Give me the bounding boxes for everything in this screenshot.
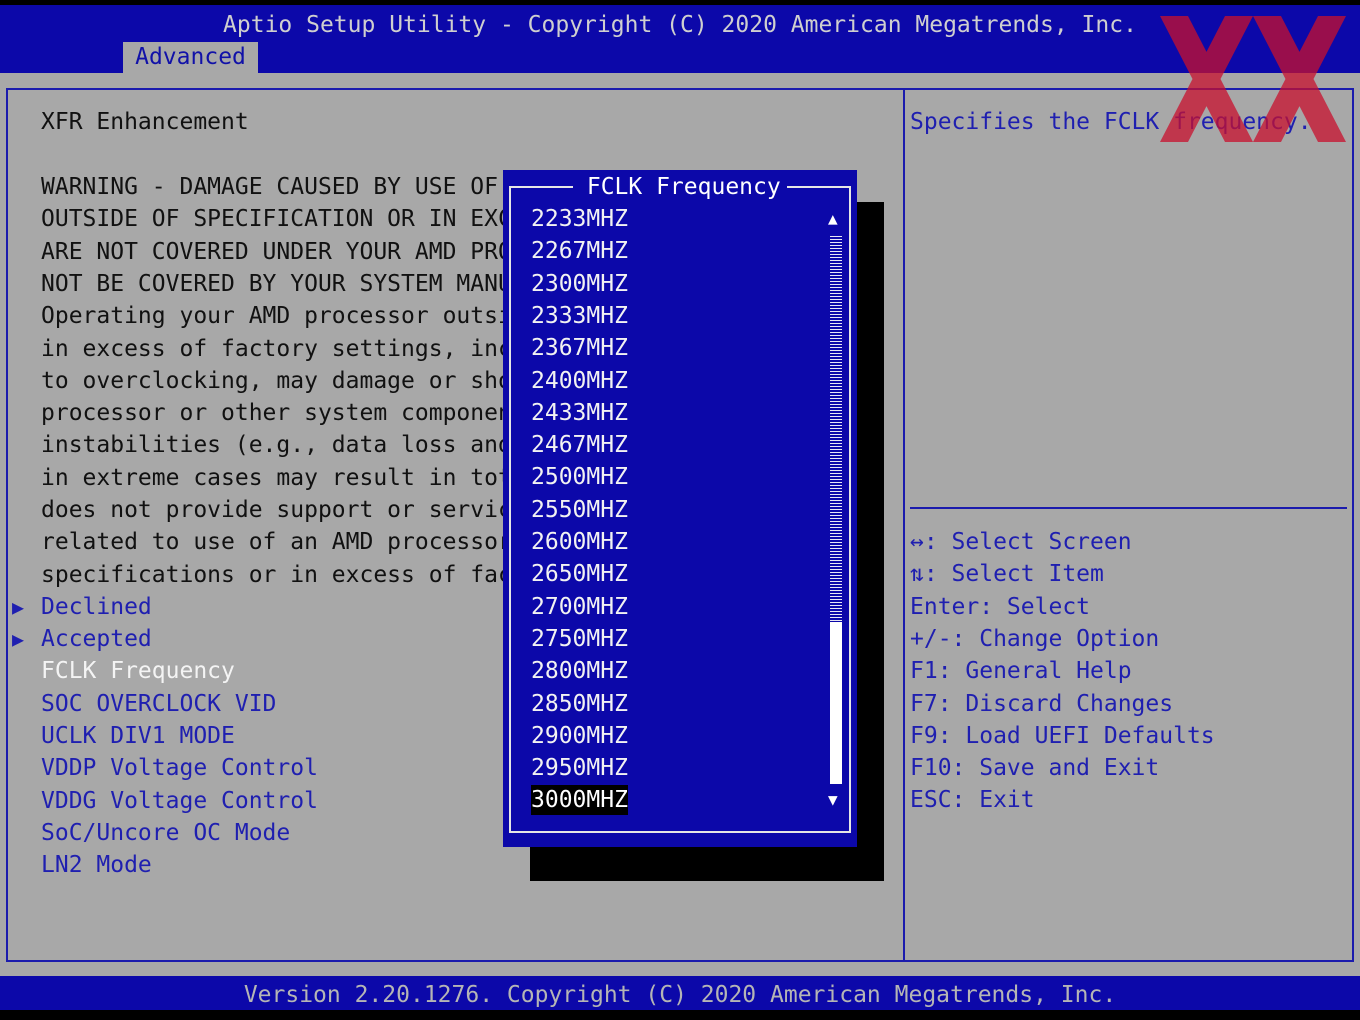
warning-line: related to use of an AMD processor (41, 529, 503, 556)
panel-divider (903, 88, 905, 962)
submenu-arrow-icon: ▶ (12, 627, 25, 651)
scroll-up-icon[interactable]: ▲ (828, 209, 838, 229)
option-item-selected[interactable]: 3000MHZ (531, 785, 628, 816)
popup-border-top-right (787, 186, 851, 188)
watermark-logo-icon (1160, 16, 1346, 142)
warning-line: in extreme cases may result in tot (41, 464, 503, 491)
warning-line: OUTSIDE OF SPECIFICATION OR IN EXC (41, 206, 503, 233)
option-item[interactable]: 2267MHZ (531, 236, 628, 266)
key-help-line: Enter: Select (910, 593, 1091, 620)
scroll-down-icon[interactable]: ▼ (828, 790, 838, 810)
menu-item-fclk-frequency[interactable]: FCLK Frequency (41, 656, 235, 686)
warning-line: processor or other system componen (41, 400, 503, 427)
option-item[interactable]: 2800MHZ (531, 656, 628, 686)
menu-item-uclk-div1-mode[interactable]: UCLK DIV1 MODE (41, 721, 235, 751)
key-help-line: F7: Discard Changes (910, 690, 1174, 717)
key-help-line: F1: General Help (910, 658, 1132, 685)
option-item[interactable]: 2300MHZ (531, 269, 628, 299)
option-item[interactable]: 2600MHZ (531, 527, 628, 557)
section-heading: XFR Enhancement (41, 109, 249, 135)
option-item[interactable]: 2367MHZ (531, 333, 628, 363)
key-help-line: +/-: Change Option (910, 625, 1160, 652)
menu-item-soc-overclock-vid[interactable]: SOC OVERCLOCK VID (41, 689, 276, 719)
warning-line: in excess of factory settings, inc (41, 335, 503, 362)
key-help-line: F10: Save and Exit (910, 755, 1160, 782)
warning-line: does not provide support or servic (41, 497, 503, 523)
app-title: Aptio Setup Utility - Copyright (C) 2020… (223, 12, 1137, 38)
warning-line: ARE NOT COVERED UNDER YOUR AMD PRO (41, 238, 503, 265)
tab-advanced[interactable]: Advanced (123, 42, 258, 73)
menu-item-vddg-voltage-control[interactable]: VDDG Voltage Control (41, 786, 318, 816)
option-item[interactable]: 2500MHZ (531, 462, 628, 492)
submenu-arrow-icon: ▶ (12, 595, 25, 619)
key-help-line: ESC: Exit (910, 787, 1035, 814)
option-item[interactable]: 2650MHZ (531, 559, 628, 589)
key-help-line: ⇅: Select Item (910, 561, 1104, 588)
menu-item-ln2-mode[interactable]: LN2 Mode (41, 850, 152, 880)
option-item[interactable]: 2750MHZ (531, 624, 628, 654)
option-item[interactable]: 2400MHZ (531, 366, 628, 396)
menu-item-accepted[interactable]: Accepted (41, 624, 152, 654)
option-item[interactable]: 2467MHZ (531, 430, 628, 460)
option-item[interactable]: 2950MHZ (531, 753, 628, 783)
popup-title: FCLK Frequency (573, 172, 795, 202)
option-item[interactable]: 2900MHZ (531, 721, 628, 751)
option-item[interactable]: 2433MHZ (531, 398, 628, 428)
option-item[interactable]: 2700MHZ (531, 592, 628, 622)
scrollbar-thumb[interactable] (830, 622, 842, 784)
warning-line: specifications or in excess of fac (41, 561, 503, 588)
warning-line: instabilities (e.g., data loss and (41, 432, 503, 459)
option-item[interactable]: 2850MHZ (531, 689, 628, 719)
key-help-line: F9: Load UEFI Defaults (910, 722, 1215, 749)
warning-line: NOT BE COVERED BY YOUR SYSTEM MANU (41, 270, 503, 297)
option-item[interactable]: 2550MHZ (531, 495, 628, 525)
menu-item-vddp-voltage-control[interactable]: VDDP Voltage Control (41, 753, 318, 783)
popup-border-top-left (509, 186, 573, 188)
warning-line: Operating your AMD processor outsi (41, 303, 503, 330)
key-help-line: ↔: Select Screen (910, 529, 1132, 555)
footer-version: Version 2.20.1276. Copyright (C) 2020 Am… (243, 982, 1117, 1008)
warning-line: WARNING - DAMAGE CAUSED BY USE OF (41, 174, 498, 200)
menu-item-declined[interactable]: Declined (41, 592, 152, 622)
warning-line: to overclocking, may damage or sho (41, 367, 503, 394)
option-item[interactable]: 2233MHZ (531, 204, 628, 234)
scrollbar-track[interactable] (830, 234, 842, 624)
help-divider (910, 507, 1347, 509)
option-item[interactable]: 2333MHZ (531, 301, 628, 331)
menu-item-soc-uncore-oc-mode[interactable]: SoC/Uncore OC Mode (41, 818, 290, 848)
